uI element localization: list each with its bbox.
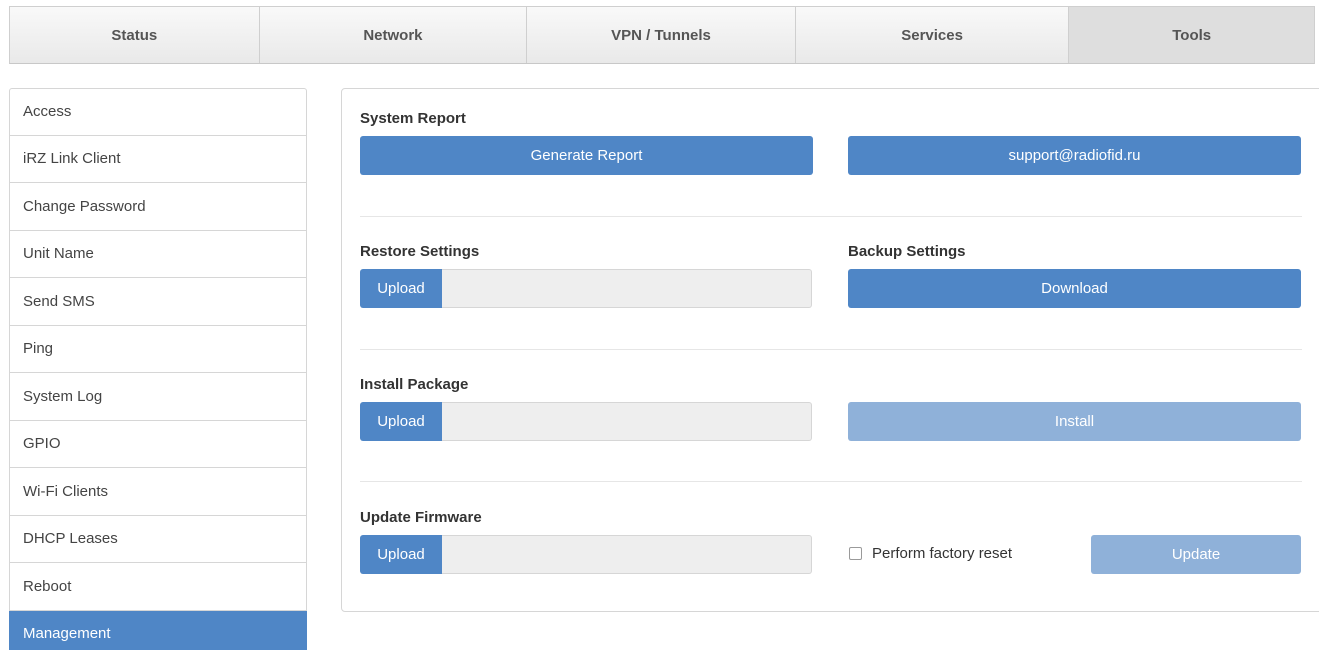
- support-email-button[interactable]: support@radiofid.ru: [848, 136, 1301, 175]
- tab-network[interactable]: Network: [259, 7, 528, 63]
- tab-services[interactable]: Services: [795, 7, 1070, 63]
- install-button[interactable]: Install: [848, 402, 1301, 441]
- download-backup-button[interactable]: Download: [848, 269, 1301, 308]
- top-nav: Status Network VPN / Tunnels Services To…: [9, 6, 1315, 64]
- sidebar-item-system-log[interactable]: System Log: [9, 373, 307, 421]
- firmware-upload-button[interactable]: Upload: [360, 535, 442, 574]
- sidebar-item-ping[interactable]: Ping: [9, 325, 307, 373]
- sidebar-item-wifi-clients[interactable]: Wi-Fi Clients: [9, 468, 307, 516]
- install-package-title: Install Package: [360, 376, 469, 393]
- firmware-file-field[interactable]: [442, 535, 812, 574]
- sidebar: Access iRZ Link Client Change Password U…: [9, 88, 307, 650]
- update-firmware-title: Update Firmware: [360, 509, 482, 526]
- management-panel: System Report Generate Report support@ra…: [341, 88, 1319, 612]
- factory-reset-checkbox[interactable]: [849, 547, 862, 560]
- divider: [360, 349, 1302, 350]
- tab-status[interactable]: Status: [10, 7, 260, 63]
- sidebar-item-access[interactable]: Access: [9, 88, 307, 136]
- sidebar-item-unit-name[interactable]: Unit Name: [9, 230, 307, 278]
- divider: [360, 216, 1302, 217]
- restore-file-field[interactable]: [442, 269, 812, 308]
- sidebar-item-management[interactable]: Management: [9, 610, 307, 650]
- sidebar-item-send-sms[interactable]: Send SMS: [9, 278, 307, 326]
- package-upload-group: Upload: [360, 402, 812, 441]
- system-report-title: System Report: [360, 110, 466, 127]
- firmware-upload-group: Upload: [360, 535, 812, 574]
- package-file-field[interactable]: [442, 402, 812, 441]
- divider: [360, 481, 1302, 482]
- factory-reset-label: Perform factory reset: [872, 545, 1013, 562]
- sidebar-item-reboot[interactable]: Reboot: [9, 563, 307, 611]
- sidebar-item-irz-link-client[interactable]: iRZ Link Client: [9, 135, 307, 183]
- tab-vpn-tunnels[interactable]: VPN / Tunnels: [527, 7, 796, 63]
- generate-report-button[interactable]: Generate Report: [360, 136, 813, 175]
- restore-upload-button[interactable]: Upload: [360, 269, 442, 308]
- sidebar-item-gpio[interactable]: GPIO: [9, 420, 307, 468]
- factory-reset-option[interactable]: Perform factory reset: [849, 545, 1012, 562]
- restore-settings-title: Restore Settings: [360, 243, 480, 260]
- package-upload-button[interactable]: Upload: [360, 402, 442, 441]
- tab-tools[interactable]: Tools: [1069, 7, 1315, 63]
- backup-settings-title: Backup Settings: [848, 243, 966, 260]
- restore-upload-group: Upload: [360, 269, 812, 308]
- update-firmware-button[interactable]: Update: [1091, 535, 1301, 574]
- sidebar-item-change-password[interactable]: Change Password: [9, 183, 307, 231]
- sidebar-item-dhcp-leases[interactable]: DHCP Leases: [9, 515, 307, 563]
